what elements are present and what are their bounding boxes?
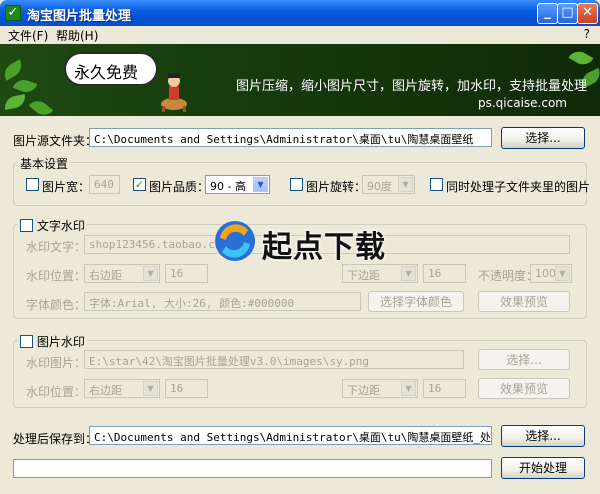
text-h-position-value: 右边距 xyxy=(89,269,122,282)
image-h-position-select[interactable]: 右边距 ▼ xyxy=(84,379,160,398)
progress-bar xyxy=(13,459,492,478)
text-v-margin-input[interactable]: 16 xyxy=(423,264,466,283)
bubble-text: 永久免费 xyxy=(74,63,139,82)
opacity-select[interactable]: 100% ▼ xyxy=(530,264,572,283)
watermark-image-input[interactable]: E:\star\42\淘宝图片批量处理v3.0\images\sy.png xyxy=(84,350,464,369)
opacity-label: 不透明度： xyxy=(478,269,539,283)
image-v-position-value: 下边距 xyxy=(347,384,380,397)
text-h-margin-input[interactable]: 16 xyxy=(165,264,208,283)
text-v-position-select[interactable]: 下边距 ▼ xyxy=(342,264,418,283)
title-bar[interactable]: ✓ 淘宝图片批量处理 _ □ ✕ xyxy=(0,0,600,26)
image-v-margin-input[interactable]: 16 xyxy=(423,379,466,398)
chevron-down-icon: ▼ xyxy=(143,381,158,396)
chevron-down-icon: ▼ xyxy=(401,266,416,281)
menu-file[interactable]: 文件(F) xyxy=(8,27,48,44)
image-preview-button[interactable]: 效果预览 xyxy=(478,378,570,399)
text-preview-button[interactable]: 效果预览 xyxy=(478,291,570,312)
chevron-down-icon: ▼ xyxy=(401,381,416,396)
banner-tagline: 图片压缩，缩小图片尺寸，图片旋转，加水印，支持批量处理 xyxy=(236,79,588,94)
leaf-decoration xyxy=(568,47,594,69)
image-watermark-legend-box: 图片水印 xyxy=(18,333,87,350)
chevron-down-icon: ▼ xyxy=(143,266,158,281)
start-process-button[interactable]: 开始处理 xyxy=(501,457,585,479)
site-watermark-text: 起点下载 xyxy=(262,230,386,265)
leaf-decoration xyxy=(3,94,27,110)
close-button[interactable]: ✕ xyxy=(577,3,598,24)
quality-checkbox[interactable]: ✓ xyxy=(133,178,146,191)
image-v-position-select[interactable]: 下边距 ▼ xyxy=(342,379,418,398)
quality-select[interactable]: 90 - 高 ▼ xyxy=(205,175,270,194)
text-position-label: 水印位置： xyxy=(26,269,87,283)
leaf-decoration xyxy=(0,59,26,81)
basic-settings-legend: 基本设置 xyxy=(18,155,71,172)
minimize-button[interactable]: _ xyxy=(537,3,558,24)
source-folder-input[interactable]: C:\Documents and Settings\Administrator\… xyxy=(89,128,492,147)
text-v-position-value: 下边距 xyxy=(347,269,380,282)
minimize-icon: _ xyxy=(544,5,551,20)
subfolder-label: 同时处理子文件夹里的图片 xyxy=(446,180,591,194)
quality-label: 图片品质： xyxy=(149,180,210,194)
mascot-horse-icon xyxy=(161,73,187,112)
banner-url: ps.qicaise.com xyxy=(478,96,567,110)
width-input[interactable]: 640 xyxy=(89,175,120,194)
font-color-input[interactable]: 字体:Arial, 大小:26, 颜色:#000000 xyxy=(84,292,361,311)
app-check-icon: ✓ xyxy=(5,5,21,21)
window-title: 淘宝图片批量处理 xyxy=(27,9,132,24)
font-color-label: 字体颜色： xyxy=(26,298,87,312)
text-watermark-legend: 文字水印 xyxy=(36,219,85,233)
maximize-button[interactable]: □ xyxy=(557,3,578,24)
quality-value: 90 - 高 xyxy=(210,180,246,193)
output-folder-input[interactable]: C:\Documents and Settings\Administrator\… xyxy=(89,426,492,445)
text-watermark-checkbox[interactable] xyxy=(20,219,33,232)
menu-bar: 文件(F) 帮助(H) ? xyxy=(0,26,600,44)
width-label: 图片宽： xyxy=(42,180,91,194)
source-folder-label: 图片源文件夹： xyxy=(13,134,98,148)
promo-banner: 永久免费 图片压缩，缩小图片尺寸，图片旋转，加水印，支持批量处理 ps.qica… xyxy=(0,44,600,116)
image-h-position-value: 右边距 xyxy=(89,384,122,397)
menu-help[interactable]: 帮助(H) xyxy=(56,27,98,44)
watermark-image-label: 水印图片： xyxy=(26,356,87,370)
width-checkbox[interactable] xyxy=(26,178,39,191)
rotate-value: 90度 xyxy=(367,180,392,193)
text-h-position-select[interactable]: 右边距 ▼ xyxy=(84,264,160,283)
rotate-checkbox[interactable] xyxy=(290,178,303,191)
source-browse-button[interactable]: 选择... xyxy=(501,127,585,149)
chevron-down-icon: ▼ xyxy=(253,177,268,192)
rotate-select[interactable]: 90度 ▼ xyxy=(362,175,415,194)
choose-font-color-button[interactable]: 选择字体颜色 xyxy=(368,291,464,312)
leaf-decoration xyxy=(28,96,54,116)
leaf-decoration xyxy=(12,76,38,96)
output-folder-label: 处理后保存到： xyxy=(13,432,98,446)
image-h-margin-input[interactable]: 16 xyxy=(165,379,208,398)
subfolder-checkbox[interactable] xyxy=(430,178,443,191)
chevron-down-icon: ▼ xyxy=(398,177,413,192)
chevron-down-icon: ▼ xyxy=(555,266,570,281)
output-browse-button[interactable]: 选择... xyxy=(501,425,585,447)
help-question-button[interactable]: ? xyxy=(584,27,590,41)
image-position-label: 水印位置： xyxy=(26,385,87,399)
image-watermark-legend: 图片水印 xyxy=(36,335,85,349)
maximize-icon: □ xyxy=(561,5,574,20)
close-icon: ✕ xyxy=(582,5,593,20)
image-watermark-checkbox[interactable] xyxy=(20,335,33,348)
rotate-label: 图片旋转： xyxy=(306,180,367,194)
image-browse-button[interactable]: 选择... xyxy=(478,349,570,370)
watermark-text-label: 水印文字： xyxy=(26,240,87,254)
text-watermark-legend-box: 文字水印 xyxy=(18,217,87,234)
